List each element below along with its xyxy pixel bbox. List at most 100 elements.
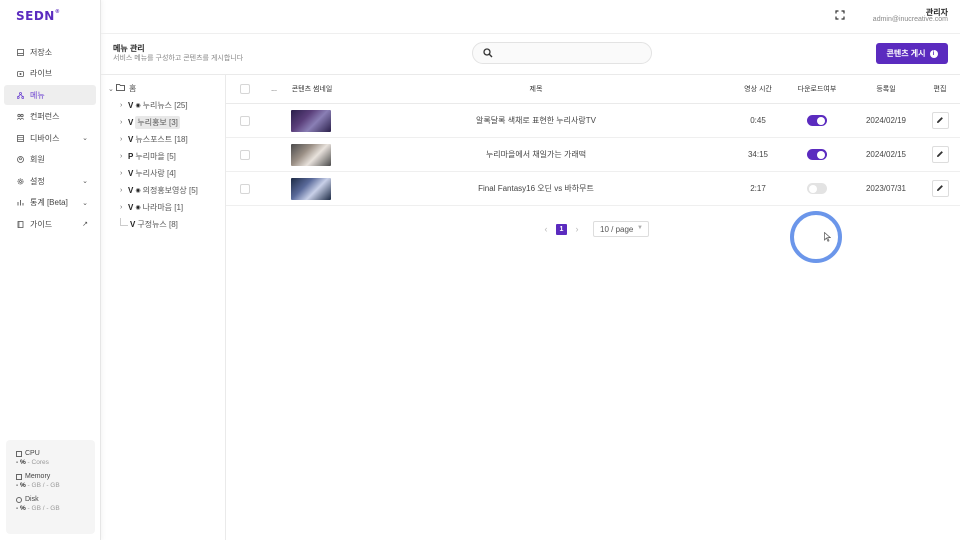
tree-node-label: 누리홍보 [3] <box>135 116 180 129</box>
header-more[interactable]: ... <box>266 75 282 103</box>
sidebar-item-members[interactable]: 회원 <box>4 150 96 170</box>
pencil-icon <box>936 150 944 160</box>
content-table: ... 콘텐츠 썸네일 제목 영상 시간 다운로드여부 등록일 편집 알록달록 … <box>226 75 960 206</box>
sidebar-item-settings[interactable]: 설정 ⌄ <box>4 171 96 191</box>
download-toggle[interactable] <box>807 149 827 160</box>
edit-button[interactable] <box>931 146 949 163</box>
chevron-down-icon: ⌄ <box>82 135 88 142</box>
row-select-cell <box>238 172 252 205</box>
pagination: ‹ 1 › 10 / page ▼ <box>540 221 649 237</box>
header-thumbnail: 콘텐츠 썸네일 <box>291 86 333 93</box>
video-thumbnail[interactable] <box>291 143 331 166</box>
row-checkbox[interactable] <box>240 115 250 126</box>
sidebar-item-device[interactable]: 디바이스 ⌄ <box>4 128 96 148</box>
sidebar-nav: 저장소 라이브 메뉴 컨퍼런스 디바이스 ⌄ 회원 설정 ⌄ 통계 [Beta]… <box>4 42 96 236</box>
table-row[interactable]: 알록달록 색채로 표현한 누리사랑TV 0:45 2024/02/19 <box>226 104 960 138</box>
edit-cell <box>930 138 950 171</box>
select-all-checkbox[interactable] <box>240 84 250 94</box>
tree-node[interactable]: › V 누리사랑 [4] <box>106 165 224 182</box>
content-title[interactable]: Final Fantasy16 오딘 vs 바하무트 <box>346 172 726 205</box>
thumbnail-cell <box>288 138 334 171</box>
tree-node[interactable]: › V ◉ 의정홍보영상 [5] <box>106 182 224 199</box>
sidebar-item-menu[interactable]: 메뉴 <box>4 85 96 105</box>
edit-button[interactable] <box>931 112 949 129</box>
chevron-right-icon[interactable]: › <box>120 102 128 109</box>
select-all-cell <box>238 75 252 103</box>
sidebar-item-conference[interactable]: 컨퍼런스 <box>4 107 96 127</box>
chevron-down-icon: ⌄ <box>82 199 88 207</box>
chevron-right-icon[interactable]: › <box>120 153 128 160</box>
edit-cell <box>930 172 950 205</box>
edit-button[interactable] <box>931 180 949 197</box>
post-content-button[interactable]: 콘텐츠 게시 i <box>876 43 948 64</box>
eye-icon: ◉ <box>135 205 141 211</box>
chevron-left-icon[interactable]: ‹ <box>540 224 552 234</box>
row-checkbox[interactable] <box>240 149 250 160</box>
fullscreen-icon[interactable] <box>835 10 845 20</box>
menu-tree: ⌄ 홈 › V ◉ 누리뉴스 [25] › V 누리홍보 [3] › V 뉴스포스트 [18] › P… <box>106 80 224 233</box>
page-size-select[interactable]: 10 / page ▼ <box>593 221 649 237</box>
chevron-right-icon[interactable]: › <box>120 187 128 194</box>
menu-tree-icon <box>17 91 24 99</box>
toggle-knob <box>817 116 825 125</box>
search-box[interactable] <box>472 42 652 64</box>
sidebar-item-live[interactable]: 라이브 <box>4 64 96 84</box>
download-toggle[interactable] <box>807 183 827 194</box>
sidebar-item-guide[interactable]: 가이드 ↗ <box>4 214 96 234</box>
content-duration: 2:17 <box>750 184 766 193</box>
header-duration: 영상 시간 <box>744 86 772 93</box>
content-type-badge: V <box>128 186 134 195</box>
tree-node[interactable]: › P 누리마을 [5] <box>106 148 224 165</box>
sidebar-item-label: 회원 <box>30 155 45 164</box>
content-title[interactable]: 누리마을에서 채일가는 가래떡 <box>346 138 726 171</box>
tree-node[interactable]: › V ◉ 나라마음 [1] <box>106 199 224 216</box>
tree-node[interactable]: › V ◉ 누리뉴스 [25] <box>106 97 224 114</box>
video-thumbnail[interactable] <box>291 109 331 132</box>
user-email: admin@inucreative.com <box>872 16 948 23</box>
chevron-right-icon[interactable]: › <box>571 224 583 234</box>
tree-node[interactable]: › V 뉴스포스트 [18] <box>106 131 224 148</box>
header-title: 제목 <box>529 86 543 93</box>
thumbnail-cell <box>288 104 334 137</box>
tree-node-label: 홈 <box>129 84 137 93</box>
app-logo[interactable]: SEDN® <box>16 9 60 23</box>
chevron-down-icon: ▼ <box>637 225 643 231</box>
content-title[interactable]: 알록달록 색채로 표현한 누리사랑TV <box>346 104 726 137</box>
table-row[interactable]: 누리마을에서 채일가는 가래떡 34:15 2024/02/15 <box>226 138 960 172</box>
page-number-current[interactable]: 1 <box>556 223 567 235</box>
conference-icon <box>17 113 24 120</box>
download-toggle-cell <box>790 104 844 137</box>
tree-node-root[interactable]: ⌄ 홈 <box>106 80 224 97</box>
toggle-knob <box>809 184 817 193</box>
pencil-icon <box>936 116 944 126</box>
tree-node[interactable]: › V 누리홍보 [3] <box>106 114 224 131</box>
chart-icon <box>17 199 24 206</box>
sidebar-item-label: 설정 <box>30 176 45 186</box>
drive-icon <box>17 48 24 56</box>
chevron-down-icon[interactable]: ⌄ <box>108 85 116 93</box>
search-input[interactable] <box>499 46 647 61</box>
chevron-right-icon[interactable]: › <box>120 170 128 177</box>
user-icon <box>17 156 24 163</box>
download-toggle[interactable] <box>807 115 827 126</box>
row-checkbox[interactable] <box>240 183 250 194</box>
tree-node-label: 구정뉴스 [8] <box>137 220 178 229</box>
chevron-right-icon[interactable]: › <box>120 136 128 143</box>
sidebar-item-statistics[interactable]: 통계 [Beta] ⌄ <box>4 193 96 213</box>
table-row[interactable]: Final Fantasy16 오딘 vs 바하무트 2:17 2023/07/31 <box>226 172 960 206</box>
video-thumbnail[interactable] <box>291 177 331 200</box>
eye-icon: ◉ <box>135 103 141 109</box>
sidebar-item-storage[interactable]: 저장소 <box>4 42 96 62</box>
disk-icon <box>16 496 22 503</box>
sidebar-item-label: 저장소 <box>30 47 53 57</box>
tree-node-label: 누리마을 [5] <box>135 152 176 161</box>
download-toggle-cell <box>790 172 844 205</box>
header-download: 다운로드여부 <box>797 86 837 93</box>
header-edit: 편집 <box>933 86 947 93</box>
gear-icon <box>17 178 24 185</box>
chevron-right-icon[interactable]: › <box>120 204 128 211</box>
tree-node-label: 의정홍보영상 [5] <box>142 186 198 195</box>
tree-node[interactable]: V 구정뉴스 [8] <box>106 216 224 233</box>
disk-status: Disk - % - GB / - GB <box>16 496 60 512</box>
chevron-right-icon[interactable]: › <box>120 119 128 126</box>
